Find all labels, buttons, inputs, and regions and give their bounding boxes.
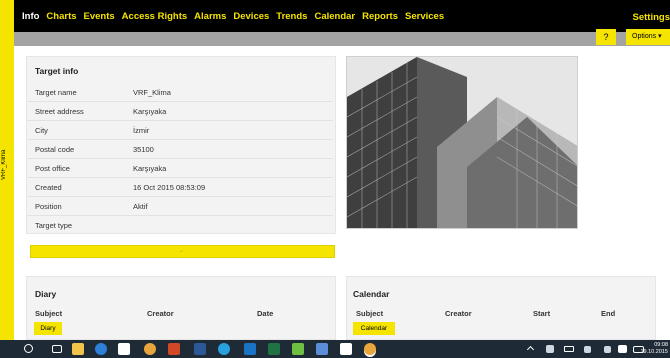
search-icon[interactable]: [24, 344, 33, 353]
word-icon[interactable]: [194, 343, 206, 355]
volume-icon[interactable]: [584, 346, 591, 353]
diary-col-date: Date: [257, 309, 274, 318]
target-photo: [346, 56, 578, 229]
nav-reports[interactable]: Reports: [362, 11, 398, 22]
top-navigation: Info Charts Events Access Rights Alarms …: [14, 0, 670, 32]
expand-bar[interactable]: ⌄: [30, 245, 335, 258]
toolbar: [14, 32, 670, 46]
info-label: Target type: [35, 221, 73, 230]
keyboard-icon[interactable]: [340, 343, 352, 355]
skype-icon[interactable]: [218, 343, 230, 355]
diary-title: Diary: [35, 289, 57, 299]
target-info-title: Target info: [35, 66, 79, 76]
building-image: [347, 57, 577, 228]
diary-button[interactable]: Diary: [34, 322, 62, 335]
nav-services[interactable]: Services: [405, 11, 444, 22]
nav-trends[interactable]: Trends: [276, 11, 307, 22]
info-value: Karşıyaka: [133, 164, 167, 173]
info-row: Position Aktif: [27, 197, 333, 216]
info-row: Created 16 Oct 2015 08:53:09: [27, 178, 333, 197]
app-window: VRF_Klima Info Charts Events Access Righ…: [0, 0, 670, 358]
nav-calendar[interactable]: Calendar: [314, 11, 355, 22]
diary-panel: Diary Subject Creator Date Diary: [26, 276, 336, 340]
diary-col-subject: Subject: [35, 309, 63, 318]
calendar-col-start: Start: [533, 309, 551, 318]
network-icon[interactable]: [546, 345, 554, 353]
diary-col-creator: Creator: [147, 309, 174, 318]
excel-icon[interactable]: [268, 343, 280, 355]
info-label: Street address: [35, 107, 84, 116]
chrome-icon[interactable]: [364, 343, 376, 355]
info-label: Target name: [35, 88, 77, 97]
info-row: Postal code 35100: [27, 140, 333, 159]
remote-icon[interactable]: [316, 343, 328, 355]
info-label: Post office: [35, 164, 70, 173]
calendar-col-end: End: [601, 309, 616, 318]
info-row: Target name VRF_Klima: [27, 83, 333, 102]
store-icon[interactable]: [118, 343, 130, 355]
info-row: City İzmir: [27, 121, 333, 140]
help-button[interactable]: ?: [596, 29, 616, 45]
os-taskbar: 09:08 19.10.2015: [0, 340, 670, 358]
side-target-label: VRF_Klima: [1, 149, 7, 180]
outlook-icon[interactable]: [244, 343, 256, 355]
info-row: Target type: [27, 216, 333, 235]
nav-devices[interactable]: Devices: [233, 11, 269, 22]
app-icon[interactable]: [292, 343, 304, 355]
language-icon[interactable]: [604, 346, 611, 353]
nav-events[interactable]: Events: [84, 11, 115, 22]
chevron-down-icon: ⌄: [179, 248, 185, 254]
nav-charts[interactable]: Charts: [46, 11, 76, 22]
info-value: 16 Oct 2015 08:53:09: [133, 183, 206, 192]
notification-icon[interactable]: [618, 345, 627, 353]
task-view-icon[interactable]: [52, 345, 62, 353]
clock-time: 09:08: [654, 342, 668, 348]
info-label: Postal code: [35, 145, 75, 154]
info-value: VRF_Klima: [133, 88, 171, 97]
powerpoint-icon[interactable]: [168, 343, 180, 355]
info-row: Street address Karşıyaka: [27, 102, 333, 121]
system-clock[interactable]: 09:08 19.10.2015: [640, 342, 668, 356]
side-strip: VRF_Klima: [0, 0, 14, 340]
nav-alarms[interactable]: Alarms: [194, 11, 226, 22]
battery-icon[interactable]: [564, 346, 574, 352]
calendar-title: Calendar: [353, 289, 390, 299]
info-label: Created: [35, 183, 62, 192]
info-label: City: [35, 126, 48, 135]
info-value: İzmir: [133, 126, 150, 135]
nav-settings[interactable]: Settings: [633, 12, 670, 23]
chrome-icon[interactable]: [144, 343, 156, 355]
target-info-panel: Target info Target name VRF_Klima Street…: [26, 56, 336, 234]
calendar-col-creator: Creator: [445, 309, 472, 318]
calendar-button[interactable]: Calendar: [353, 322, 395, 335]
info-row: Post office Karşıyaka: [27, 159, 333, 178]
options-button[interactable]: Options ▾: [626, 29, 670, 45]
nav-access-rights[interactable]: Access Rights: [122, 11, 187, 22]
file-explorer-icon[interactable]: [72, 343, 84, 355]
calendar-col-subject: Subject: [356, 309, 384, 318]
info-value: Karşıyaka: [133, 107, 167, 116]
clock-date: 19.10.2015: [640, 349, 668, 355]
info-value: 35100: [133, 145, 154, 154]
info-value: Aktif: [133, 202, 148, 211]
chevron-up-icon[interactable]: [526, 345, 535, 354]
calendar-panel: Calendar Subject Creator Start End Calen…: [346, 276, 656, 340]
edge-icon[interactable]: [95, 343, 107, 355]
nav-info[interactable]: Info: [22, 11, 39, 22]
info-label: Position: [35, 202, 62, 211]
